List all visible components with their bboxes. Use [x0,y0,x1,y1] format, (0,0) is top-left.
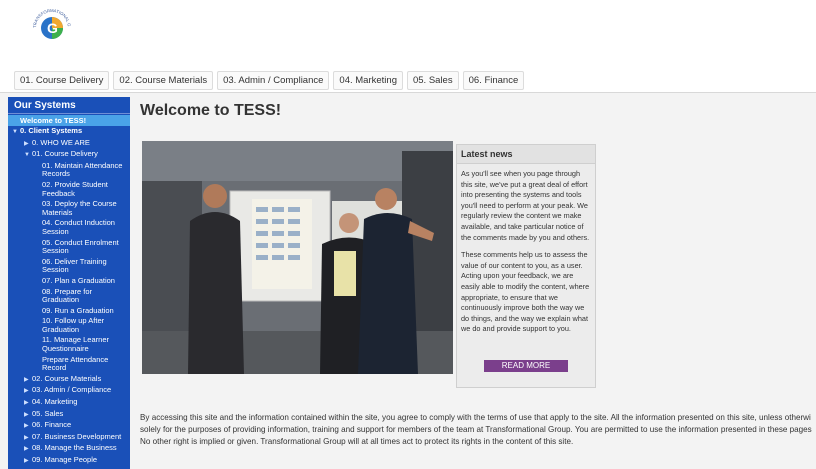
sidebar-item-label: 05. Sales [32,408,64,418]
sidebar-item-label: 05. Conduct Enrolment Session [42,237,119,256]
sidebar-item-label: 02. Provide Student Feedback [42,179,108,198]
sidebar-item[interactable]: 08. Prepare for Graduation [8,287,130,306]
sidebar-tree: ▼ 0. Client Systems ▶ 0. WHO WE ARE ▼ 01. Cou… [8,126,130,467]
sidebar-item-label: 04. Conduct Induction Session [42,218,115,236]
sidebar-item-label: 07. Plan a Graduation [42,275,115,285]
latest-news-heading: Latest news [457,145,595,164]
sidebar-item-label: 06. Deliver Training Session [42,256,107,275]
site-header: G TRANSFORMATIONAL GROUP 01. Course Deli… [0,0,816,93]
tab-course-delivery[interactable]: 01. Course Delivery [14,71,110,90]
sidebar-item[interactable]: ▶ 03. Admin / Compliance [8,385,130,397]
sidebar-item-label: 11. Manage Learner Questionnaire [42,335,109,354]
sidebar-item[interactable]: 05. Conduct Enrolment Session [8,238,130,257]
sidebar-item-label: 10. Follow up After Graduation [42,316,105,334]
sidebar-item-label: 06. Finance [32,420,72,430]
chevron-down-icon[interactable]: ▼ [12,128,20,137]
sidebar-item-label: 01. Maintain Attendance Records [42,160,123,179]
chevron-down-icon[interactable]: ▼ [24,151,32,160]
sidebar-item[interactable]: 04. Conduct Induction Session [8,218,130,237]
team-photo [142,141,453,374]
sidebar-item-label: 01. Course Delivery [32,149,98,159]
tab-course-materials[interactable]: 02. Course Materials [113,71,214,90]
chevron-right-icon[interactable]: ▶ [24,399,32,408]
tab-admin-compliance[interactable]: 03. Admin / Compliance [217,71,330,90]
sidebar-item[interactable]: ▶ 05. Sales [8,409,130,421]
sidebar-item-label: 08. Manage the Business [32,443,117,453]
sidebar-item[interactable]: 07. Plan a Graduation [8,276,130,287]
chevron-right-icon[interactable]: ▶ [24,457,32,466]
terms-of-use-text: By accessing this site and the informati… [140,412,816,448]
sidebar-item[interactable]: Prepare Attendance Record [8,355,130,374]
sidebar-item[interactable]: ▶ 04. Marketing [8,397,130,409]
sidebar-item-label: 09. Manage People [32,455,98,464]
sidebar-item[interactable]: ▶ 06. Finance [8,420,130,432]
tab-sales[interactable]: 05. Sales [406,71,459,90]
news-paragraph: These comments help us to assess the val… [461,250,590,334]
top-nav-tabs: 01. Course Delivery 02. Course Materials… [14,71,525,90]
sidebar-item[interactable]: ▼ 01. Course Delivery [8,149,130,161]
sidebar-item-label: 07. Business Development [32,431,122,441]
sidebar-item[interactable]: ▶ 09. Manage People [8,455,130,467]
sidebar-item[interactable]: ▶ 0. WHO WE ARE [8,138,130,150]
sidebar-item[interactable]: 11. Manage Learner Questionnaire [8,335,130,354]
terms-line: solely for the purposes of providing inf… [140,425,812,434]
sidebar-title: Our Systems [8,97,130,114]
chevron-right-icon[interactable]: ▶ [24,140,32,149]
latest-news-body: As you'll see when you page through this… [457,164,595,335]
sidebar-item[interactable]: ▶ 07. Business Development [8,432,130,444]
systems-sidebar: Our Systems Welcome to TESS! ▼ 0. Client … [8,97,130,469]
sidebar-item-label: Prepare Attendance Record [42,354,109,373]
tab-marketing[interactable]: 04. Marketing [333,71,403,90]
sidebar-item[interactable]: 03. Deploy the Course Materials [8,199,130,218]
read-more-button[interactable]: READ MORE [484,360,568,372]
chevron-right-icon[interactable]: ▶ [24,434,32,443]
sidebar-item-label: 08. Prepare for Graduation [42,286,93,305]
transformational-group-logo[interactable]: G TRANSFORMATIONAL GROUP [30,6,74,50]
sidebar-item-label: 04. Marketing [32,397,78,407]
sidebar-item[interactable]: ▶ 02. Course Materials [8,374,130,386]
svg-text:G: G [47,20,58,36]
chevron-right-icon[interactable]: ▶ [24,411,32,420]
sidebar-item[interactable]: 01. Maintain Attendance Records [8,161,130,180]
tab-finance[interactable]: 06. Finance [462,71,525,90]
page-title: Welcome to TESS! [140,102,282,119]
chevron-right-icon[interactable]: ▶ [24,422,32,431]
sidebar-item-label: 09. Run a Graduation [42,305,114,315]
sidebar-item-label: 03. Deploy the Course Materials [42,199,117,217]
chevron-right-icon[interactable]: ▶ [24,376,32,385]
terms-line: No other right is implied or given. Tran… [140,437,574,446]
news-paragraph: As you'll see when you page through this… [461,169,590,242]
terms-line: By accessing this site and the informati… [140,413,811,422]
sidebar-item[interactable]: 06. Deliver Training Session [8,257,130,276]
sidebar-item-welcome[interactable]: Welcome to TESS! [8,115,130,126]
sidebar-item[interactable]: 02. Provide Student Feedback [8,180,130,199]
chevron-right-icon[interactable]: ▶ [24,445,32,454]
sidebar-item[interactable]: 10. Follow up After Graduation [8,316,130,335]
latest-news-panel: Latest news As you'll see when you page … [456,144,596,388]
sidebar-item[interactable]: ▼ 0. Client Systems [8,126,130,138]
sidebar-item[interactable]: ▶ 08. Manage the Business [8,443,130,455]
sidebar-item-label: 02. Course Materials [32,373,102,383]
sidebar-item-label: 0. WHO WE ARE [32,137,90,147]
chevron-right-icon[interactable]: ▶ [24,387,32,396]
sidebar-item-label: 0. Client Systems [20,126,83,135]
sidebar-item[interactable]: 09. Run a Graduation [8,306,130,317]
sidebar-item-label: 03. Admin / Compliance [32,385,112,395]
